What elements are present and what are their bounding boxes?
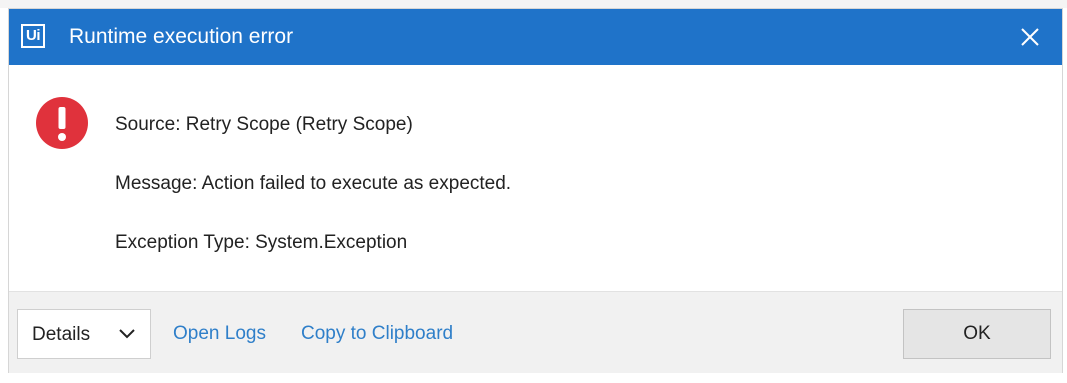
error-icon: [36, 97, 88, 149]
app-logo-icon: Ui: [21, 24, 45, 48]
page: Ui Runtime execution error Source: Retry…: [0, 0, 1067, 383]
copy-to-clipboard-link[interactable]: Copy to Clipboard: [301, 322, 453, 346]
error-dialog: Ui Runtime execution error Source: Retry…: [8, 8, 1063, 373]
dialog-content: Source: Retry Scope (Retry Scope) Messag…: [9, 65, 1062, 291]
chevron-down-icon: [119, 329, 135, 339]
error-message: Message: Action failed to execute as exp…: [115, 173, 512, 194]
error-source: Source: Retry Scope (Retry Scope): [115, 114, 413, 135]
open-logs-link[interactable]: Open Logs: [173, 322, 266, 346]
ok-button[interactable]: OK: [903, 309, 1051, 359]
background-window: [0, 0, 1067, 8]
dialog-footer: Details Open Logs Copy to Clipboard OK: [9, 291, 1062, 373]
details-label: Details: [32, 324, 91, 345]
close-button[interactable]: [1014, 21, 1046, 53]
title-bar: Ui Runtime execution error: [9, 9, 1062, 65]
dialog-title: Runtime execution error: [69, 25, 294, 48]
details-dropdown-button[interactable]: Details: [17, 309, 151, 359]
close-icon: [1021, 28, 1039, 46]
exception-type: Exception Type: System.Exception: [115, 232, 408, 253]
